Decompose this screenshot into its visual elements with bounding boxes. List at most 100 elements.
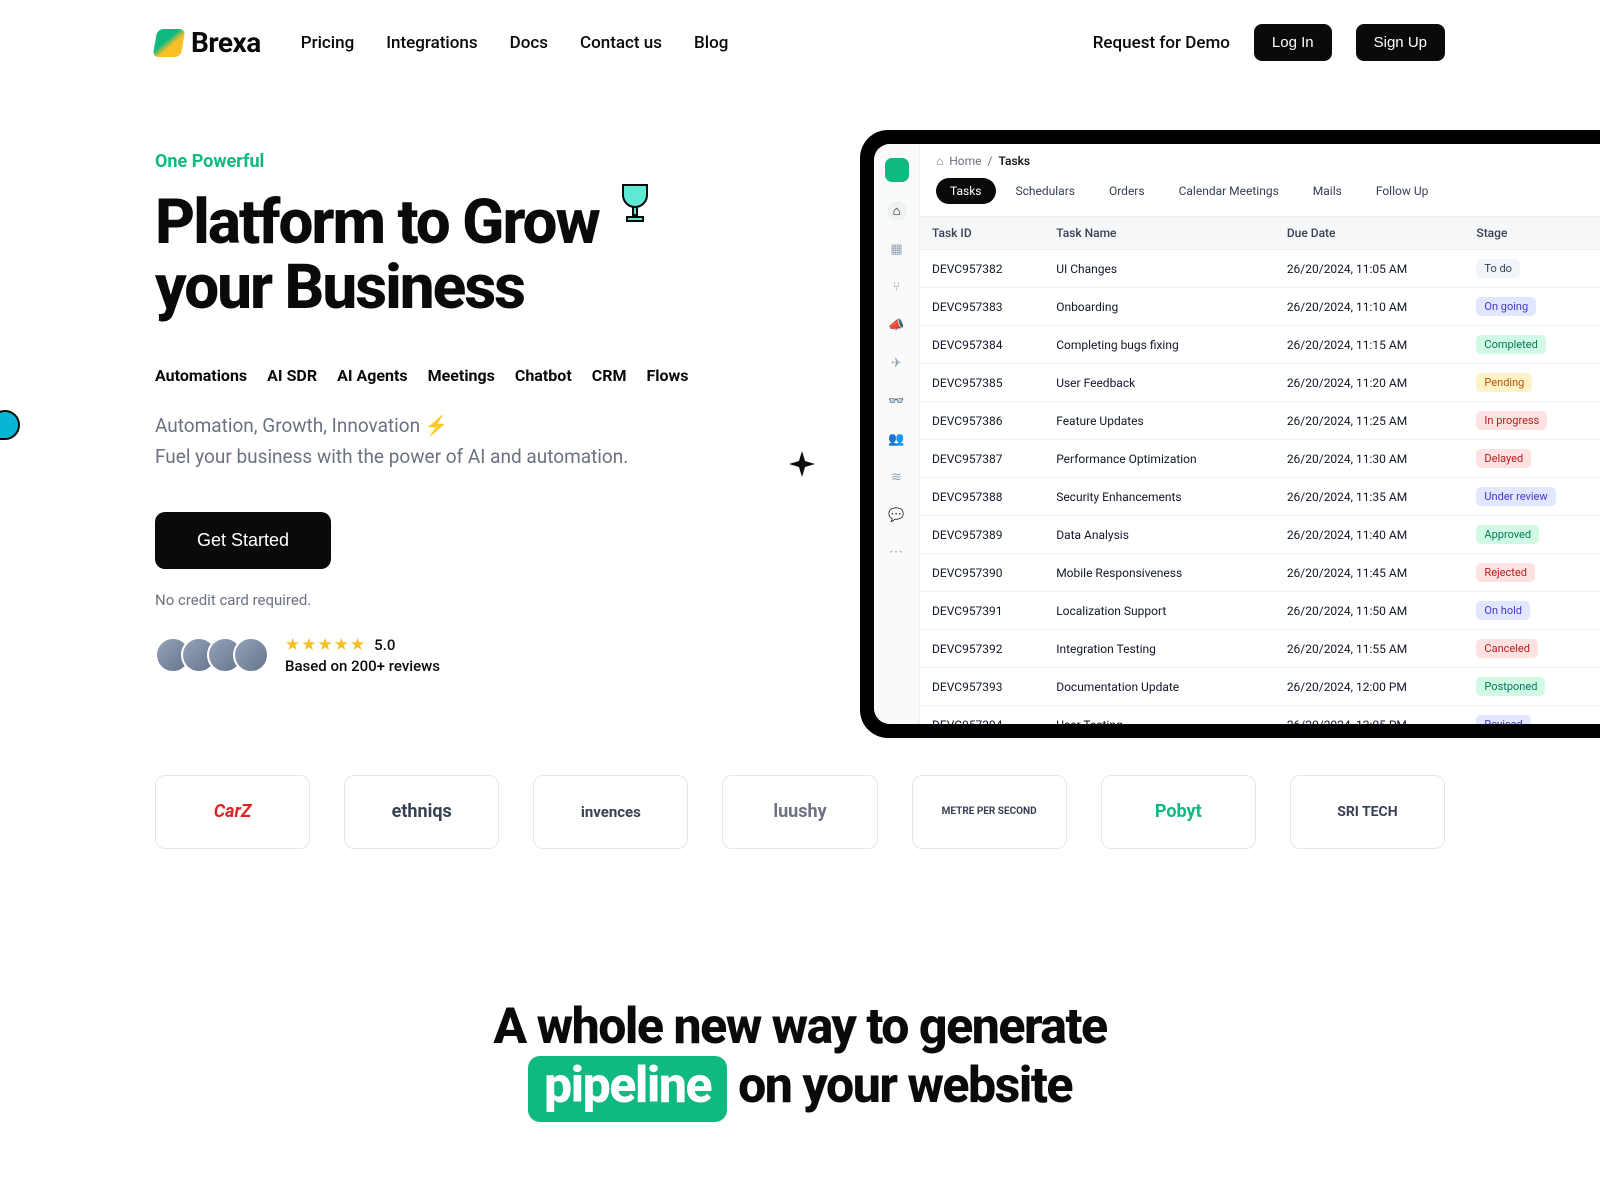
table-row[interactable]: DEVC957388Security Enhancements26/20/202… <box>920 478 1600 516</box>
table-row[interactable]: DEVC957384Completing bugs fixing26/20/20… <box>920 326 1600 364</box>
table-row[interactable]: DEVC957391Localization Support26/20/2024… <box>920 592 1600 630</box>
col-task-name[interactable]: Task Name <box>1044 217 1275 250</box>
table-row[interactable]: DEVC957389Data Analysis26/20/2024, 11:40… <box>920 516 1600 554</box>
sidebar-people-icon[interactable]: 👥 <box>888 430 906 448</box>
sidebar-announce-icon[interactable]: 📣 <box>888 316 906 334</box>
brand-logo[interactable]: Brexa <box>155 26 261 59</box>
cell-task-id: DEVC957384 <box>920 326 1044 364</box>
table-row[interactable]: DEVC957392Integration Testing26/20/2024,… <box>920 630 1600 668</box>
headline-line1: A whole new way to generate <box>493 998 1106 1056</box>
cell-due-date: 26/20/2024, 11:35 AM <box>1275 478 1465 516</box>
col-task-id[interactable]: Task ID <box>920 217 1044 250</box>
tab-schedulars[interactable]: Schedulars <box>1002 178 1089 204</box>
cell-task-id: DEVC957391 <box>920 592 1044 630</box>
cell-task-name: User Feedback <box>1044 364 1275 402</box>
feature-crm[interactable]: CRM <box>592 366 627 385</box>
sidebar-glasses-icon[interactable]: 👓 <box>888 392 906 410</box>
stage-badge: To do <box>1476 259 1520 278</box>
reviewer-avatars <box>155 637 269 673</box>
sidebar-tree-icon[interactable]: ⑂ <box>888 278 906 296</box>
cell-stage: Under review <box>1464 478 1600 516</box>
get-started-button[interactable]: Get Started <box>155 512 331 569</box>
col-stage[interactable]: Stage <box>1464 217 1600 250</box>
tab-orders[interactable]: Orders <box>1095 178 1159 204</box>
star-icons: ★★★★★ <box>285 635 366 655</box>
tab-mails[interactable]: Mails <box>1299 178 1356 204</box>
logo-card: METRE PER SECOND <box>912 775 1067 849</box>
cell-due-date: 26/20/2024, 11:40 AM <box>1275 516 1465 554</box>
nav-pricing[interactable]: Pricing <box>301 33 355 53</box>
feature-flows[interactable]: Flows <box>646 366 688 385</box>
feature-automations[interactable]: Automations <box>155 366 247 385</box>
sidebar-more-icon[interactable]: ⋯ <box>889 544 904 560</box>
app-logo-icon[interactable] <box>885 158 909 182</box>
nav-blog[interactable]: Blog <box>694 33 728 53</box>
cell-task-id: DEVC957385 <box>920 364 1044 402</box>
breadcrumb-home[interactable]: Home <box>949 154 981 168</box>
logo-card: ethniqs <box>344 775 499 849</box>
cell-task-name: Security Enhancements <box>1044 478 1275 516</box>
sidebar-layers-icon[interactable]: ≋ <box>888 468 906 486</box>
table-row[interactable]: DEVC957385User Feedback26/20/2024, 11:20… <box>920 364 1600 402</box>
cell-task-id: DEVC957382 <box>920 250 1044 288</box>
dashboard-sidebar: ⌂ ▦ ⑂ 📣 ✈ 👓 👥 ≋ 💬 ⋯ <box>874 144 920 724</box>
feature-ai-sdr[interactable]: AI SDR <box>267 366 317 385</box>
site-header: Brexa Pricing Integrations Docs Contact … <box>0 0 1600 61</box>
feature-meetings[interactable]: Meetings <box>428 366 495 385</box>
cell-task-name: User Testing <box>1044 706 1275 725</box>
cell-stage: Canceled <box>1464 630 1600 668</box>
table-row[interactable]: DEVC957383Onboarding26/20/2024, 11:10 AM… <box>920 288 1600 326</box>
breadcrumb-current: Tasks <box>999 154 1031 168</box>
table-row[interactable]: DEVC957386Feature Updates26/20/2024, 11:… <box>920 402 1600 440</box>
hero-content: One Powerful Platform to Grow your Busin… <box>155 151 715 675</box>
logo-text: METRE PER SECOND <box>942 806 1037 817</box>
request-demo-link[interactable]: Request for Demo <box>1093 33 1230 53</box>
col-due-date[interactable]: Due Date <box>1275 217 1465 250</box>
table-row[interactable]: DEVC957393Documentation Update26/20/2024… <box>920 668 1600 706</box>
header-actions: Request for Demo Log In Sign Up <box>1093 24 1445 61</box>
cell-task-id: DEVC957393 <box>920 668 1044 706</box>
cell-due-date: 26/20/2024, 12:05 PM <box>1275 706 1465 725</box>
stage-badge: Revised <box>1476 715 1530 724</box>
nav-docs[interactable]: Docs <box>510 33 548 53</box>
hero-title-line1: Platform to Grow <box>155 186 599 259</box>
table-row[interactable]: DEVC957382UI Changes26/20/2024, 11:05 AM… <box>920 250 1600 288</box>
stage-badge: Approved <box>1476 525 1539 544</box>
section-headline: A whole new way to generate pipeline on … <box>40 999 1560 1122</box>
hero-eyebrow: One Powerful <box>155 151 715 172</box>
home-icon[interactable]: ⌂ <box>936 154 943 168</box>
reviews-row: ★★★★★ 5.0 Based on 200+ reviews <box>155 635 715 675</box>
logo-text: Pobyt <box>1155 801 1202 822</box>
sidebar-tasks-icon[interactable]: ▦ <box>888 240 906 258</box>
logo-card: luushy <box>722 775 877 849</box>
cell-task-id: DEVC957387 <box>920 440 1044 478</box>
tab-follow-up[interactable]: Follow Up <box>1362 178 1443 204</box>
stage-badge: Rejected <box>1476 563 1534 582</box>
dashboard-preview: ⌂ ▦ ⑂ 📣 ✈ 👓 👥 ≋ 💬 ⋯ ⌂ Home / Tasks <box>860 130 1600 738</box>
nav-integrations[interactable]: Integrations <box>386 33 477 53</box>
cell-due-date: 26/20/2024, 11:30 AM <box>1275 440 1465 478</box>
login-button[interactable]: Log In <box>1254 24 1332 61</box>
avatar <box>233 637 269 673</box>
cell-task-id: DEVC957383 <box>920 288 1044 326</box>
table-row[interactable]: DEVC957394User Testing26/20/2024, 12:05 … <box>920 706 1600 725</box>
logo-text: invences <box>581 803 641 821</box>
signup-button[interactable]: Sign Up <box>1356 24 1445 61</box>
tab-tasks[interactable]: Tasks <box>936 178 996 204</box>
tab-calendar-meetings[interactable]: Calendar Meetings <box>1165 178 1293 204</box>
table-row[interactable]: DEVC957390Mobile Responsiveness26/20/202… <box>920 554 1600 592</box>
rating-block: ★★★★★ 5.0 Based on 200+ reviews <box>285 635 440 675</box>
nav-contact[interactable]: Contact us <box>580 33 662 53</box>
sidebar-home-icon[interactable]: ⌂ <box>888 202 906 220</box>
table-row[interactable]: DEVC957387Performance Optimization26/20/… <box>920 440 1600 478</box>
feature-chatbot[interactable]: Chatbot <box>515 366 572 385</box>
pipeline-headline-section: A whole new way to generate pipeline on … <box>0 999 1600 1122</box>
cell-task-name: Onboarding <box>1044 288 1275 326</box>
sidebar-send-icon[interactable]: ✈ <box>888 354 906 372</box>
no-credit-card-note: No credit card required. <box>155 591 715 609</box>
dashboard-tabs: Tasks Schedulars Orders Calendar Meeting… <box>920 178 1600 216</box>
feature-ai-agents[interactable]: AI Agents <box>337 366 408 385</box>
cell-stage: In progress <box>1464 402 1600 440</box>
sidebar-chat-icon[interactable]: 💬 <box>888 506 906 524</box>
cell-due-date: 26/20/2024, 11:25 AM <box>1275 402 1465 440</box>
